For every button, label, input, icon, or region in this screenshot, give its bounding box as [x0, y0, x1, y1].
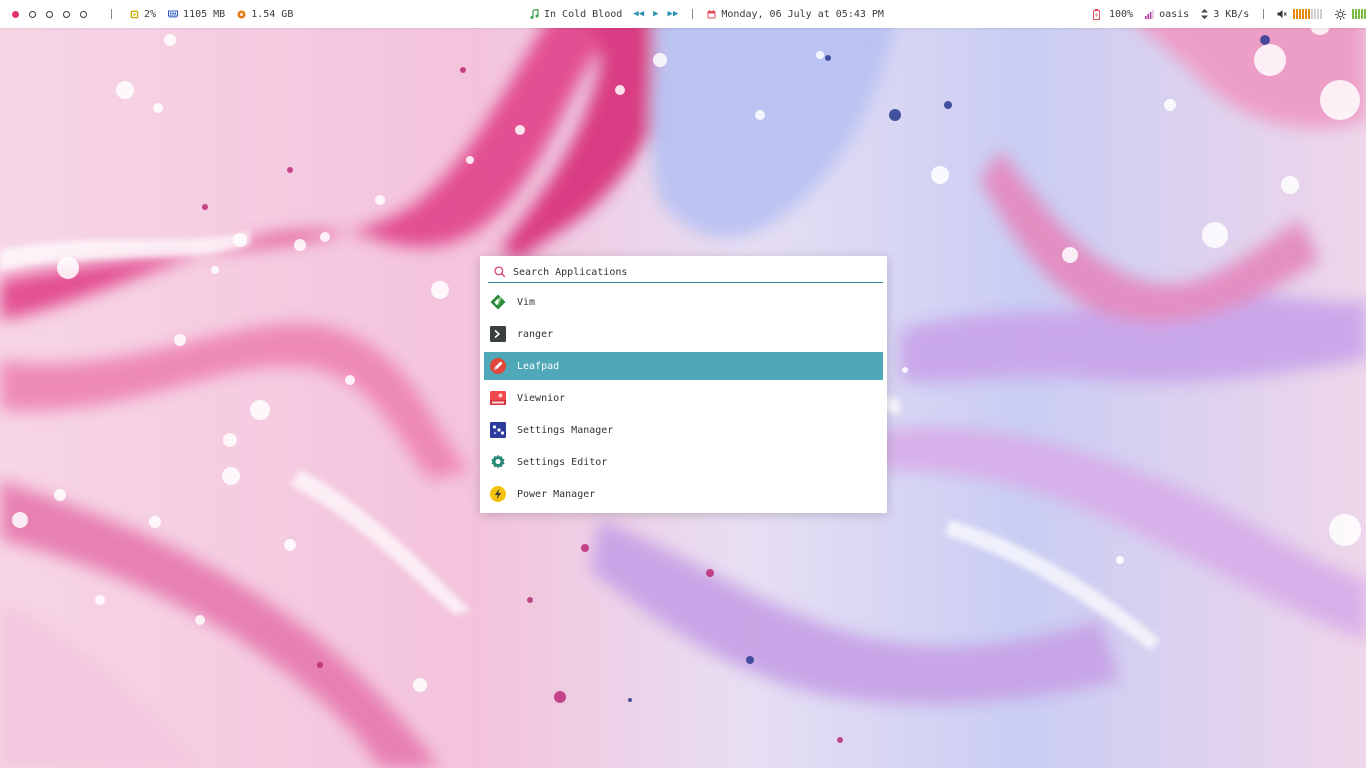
wifi-ssid: oasis	[1159, 8, 1190, 20]
brightness-bar	[1352, 9, 1355, 19]
cpu-value: 2%	[144, 8, 157, 20]
app-label: Power Manager	[517, 488, 596, 500]
vim-icon	[490, 294, 506, 310]
volume-bar	[1308, 9, 1311, 19]
network-speed-value: 3 KB/s	[1213, 8, 1250, 20]
workspace-1-button[interactable]	[12, 10, 19, 18]
app-item[interactable]: Settings Manager	[484, 416, 883, 444]
terminal-icon	[490, 326, 506, 342]
wifi-status[interactable]: oasis	[1145, 9, 1189, 20]
brightness-level-bars[interactable]	[1352, 9, 1366, 19]
music-note-icon	[530, 9, 539, 19]
speaker-muted-icon[interactable]	[1277, 9, 1288, 19]
center-modules: In Cold Blood ◀◀ ▶ ▶▶ Monday, 06 July at…	[530, 0, 896, 28]
application-list: Vim ranger Leafpad Viewnior Settings Man…	[484, 288, 883, 512]
updown-arrows-icon	[1201, 9, 1209, 19]
app-item[interactable]: Viewnior	[484, 384, 883, 412]
cpu-icon	[130, 9, 139, 19]
battery-status: 100%	[1093, 8, 1134, 20]
search-icon	[494, 266, 506, 278]
application-launcher: Vim ranger Leafpad Viewnior Settings Man…	[480, 256, 887, 513]
disk-usage: 1.54 GB	[237, 9, 293, 20]
brightness-bar	[1358, 9, 1361, 19]
clock: Monday, 06 July at 05:43 PM	[707, 9, 884, 20]
separator	[111, 9, 112, 19]
battery-value: 100%	[1109, 8, 1134, 20]
wifi-signal-icon	[1145, 9, 1154, 19]
workspace-5-button[interactable]	[80, 10, 87, 18]
network-speed: 3 KB/s	[1201, 9, 1249, 20]
search-input[interactable]	[513, 266, 873, 278]
volume-bar	[1299, 9, 1302, 19]
volume-bar	[1320, 9, 1323, 19]
settings-manager-icon	[490, 422, 506, 438]
app-label: Vim	[517, 296, 536, 308]
volume-bar	[1305, 9, 1308, 19]
brightness-icon[interactable]	[1335, 8, 1347, 20]
separator	[692, 9, 694, 19]
app-label: Viewnior	[517, 392, 566, 404]
settings-editor-icon	[491, 454, 505, 469]
cpu-usage: 2%	[130, 9, 156, 20]
app-label: Leafpad	[517, 360, 560, 372]
app-label: ranger	[517, 328, 554, 340]
previous-track-icon[interactable]: ◀◀	[633, 9, 644, 19]
volume-control[interactable]	[1277, 9, 1323, 19]
battery-icon	[1093, 8, 1100, 20]
top-panel: 2% 1105 MB 1.54 GB In Cold Blood ◀◀ ▶ ▶▶…	[0, 0, 1366, 28]
track-title: In Cold Blood	[544, 8, 623, 20]
date-text: Monday, 06 July at 05:43 PM	[721, 8, 884, 20]
calendar-icon	[707, 9, 716, 18]
app-item[interactable]: Leafpad	[484, 352, 883, 380]
volume-bar	[1311, 9, 1314, 19]
brightness-bar	[1355, 9, 1358, 19]
left-modules: 2% 1105 MB 1.54 GB	[12, 0, 305, 28]
app-item[interactable]: ranger	[484, 320, 883, 348]
memory-icon	[168, 10, 179, 18]
app-item[interactable]: Power Manager	[484, 480, 883, 508]
disk-icon	[237, 10, 246, 18]
volume-bar	[1293, 9, 1296, 19]
volume-level-bars[interactable]	[1293, 9, 1323, 19]
music-player[interactable]: In Cold Blood ◀◀ ▶ ▶▶	[530, 9, 678, 20]
workspace-3-button[interactable]	[46, 10, 53, 18]
app-item[interactable]: Vim	[484, 288, 883, 316]
workspace-2-button[interactable]	[29, 10, 36, 18]
app-item[interactable]: Settings Editor	[484, 448, 883, 476]
play-icon[interactable]: ▶	[653, 9, 658, 19]
disk-value: 1.54 GB	[251, 8, 294, 20]
right-modules: 100% oasis 3 KB/s	[1093, 0, 1366, 28]
image-viewer-icon	[490, 391, 506, 405]
workspace-4-button[interactable]	[63, 10, 70, 18]
volume-bar	[1302, 9, 1305, 19]
volume-bar	[1296, 9, 1299, 19]
volume-bar	[1314, 9, 1317, 19]
separator	[1263, 9, 1265, 19]
app-label: Settings Manager	[517, 424, 614, 436]
workspace-switcher	[12, 10, 97, 18]
leafpad-icon	[490, 358, 506, 374]
memory-value: 1105 MB	[183, 8, 226, 20]
power-manager-icon	[490, 486, 506, 502]
volume-bar	[1317, 9, 1320, 19]
brightness-control[interactable]	[1335, 8, 1366, 20]
brightness-bar	[1361, 9, 1364, 19]
search-bar	[488, 262, 883, 283]
memory-usage: 1105 MB	[168, 9, 225, 20]
app-label: Settings Editor	[517, 456, 608, 468]
next-track-icon[interactable]: ▶▶	[668, 9, 679, 19]
